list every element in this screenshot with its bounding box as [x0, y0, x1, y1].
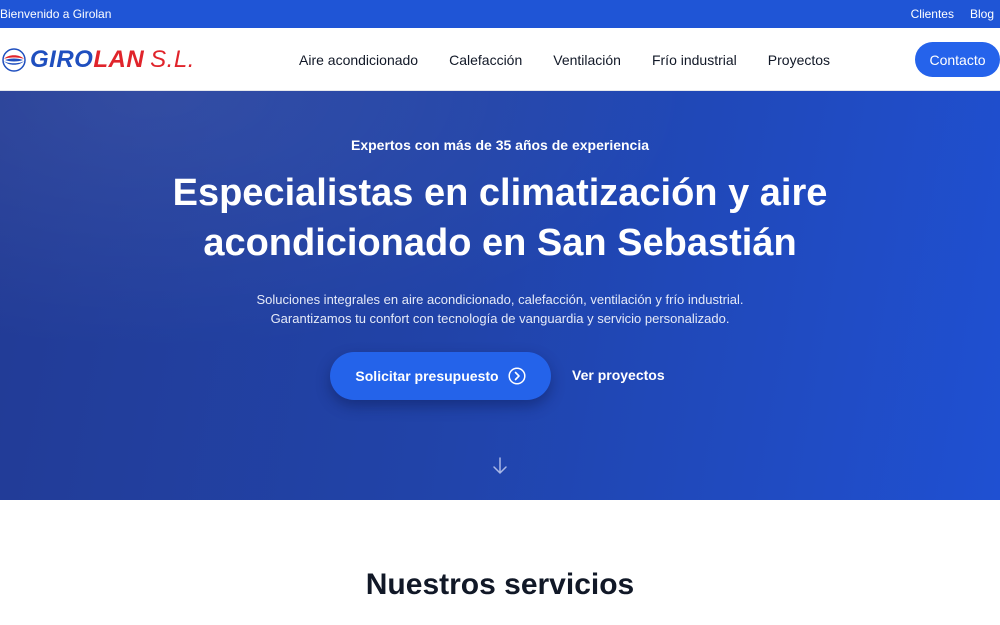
hero-eyebrow: Expertos con más de 35 años de experienc… [350, 137, 650, 153]
clientes-link[interactable]: Clientes [911, 7, 954, 21]
request-quote-button[interactable]: Solicitar presupuesto [330, 352, 551, 400]
nav-proyectos[interactable]: Proyectos [768, 52, 830, 68]
nav-frio-industrial[interactable]: Frío industrial [652, 52, 737, 68]
nav-aire-acondicionado[interactable]: Aire acondicionado [299, 52, 418, 68]
hero-subtitle-line-1: Soluciones integrales en aire acondicion… [256, 292, 744, 307]
blog-link[interactable]: Blog [970, 7, 994, 21]
welcome-text: Bienvenido a Girolan [0, 7, 112, 21]
logo[interactable]: GIROLAN S.L. [2, 45, 195, 75]
contact-button[interactable]: Contacto [915, 42, 1000, 77]
logo-wordmark: GIROLAN S.L. [30, 48, 195, 72]
logo-globe-icon [2, 48, 26, 72]
top-bar-links: Clientes Blog [911, 7, 994, 21]
request-quote-label: Solicitar presupuesto [355, 368, 499, 384]
main-nav: Aire acondicionado Calefacción Ventilaci… [299, 28, 830, 91]
chevron-right-circle-icon [508, 367, 526, 385]
hero-subtitle-line-2: Garantizamos tu confort con tecnología d… [270, 311, 730, 326]
services-heading: Nuestros servicios [365, 568, 635, 601]
logo-text-sl: S.L. [150, 46, 195, 73]
hero-subtitle: Soluciones integrales en aire acondicion… [150, 290, 850, 328]
top-bar: Bienvenido a Girolan Clientes Blog [0, 0, 1000, 28]
nav-calefaccion[interactable]: Calefacción [449, 52, 522, 68]
view-projects-link[interactable]: Ver proyectos [572, 367, 665, 383]
hero-section: Expertos con más de 35 años de experienc… [0, 91, 1000, 500]
logo-text-giro: GIRO [30, 46, 94, 73]
arrow-down-icon[interactable] [491, 456, 509, 476]
hero-title: Especialistas en climatización y aire ac… [172, 172, 828, 264]
logo-text-lan: LAN [93, 46, 145, 73]
site-header: GIROLAN S.L. Aire acondicionado Calefacci… [0, 28, 1000, 91]
nav-ventilacion[interactable]: Ventilación [553, 52, 621, 68]
